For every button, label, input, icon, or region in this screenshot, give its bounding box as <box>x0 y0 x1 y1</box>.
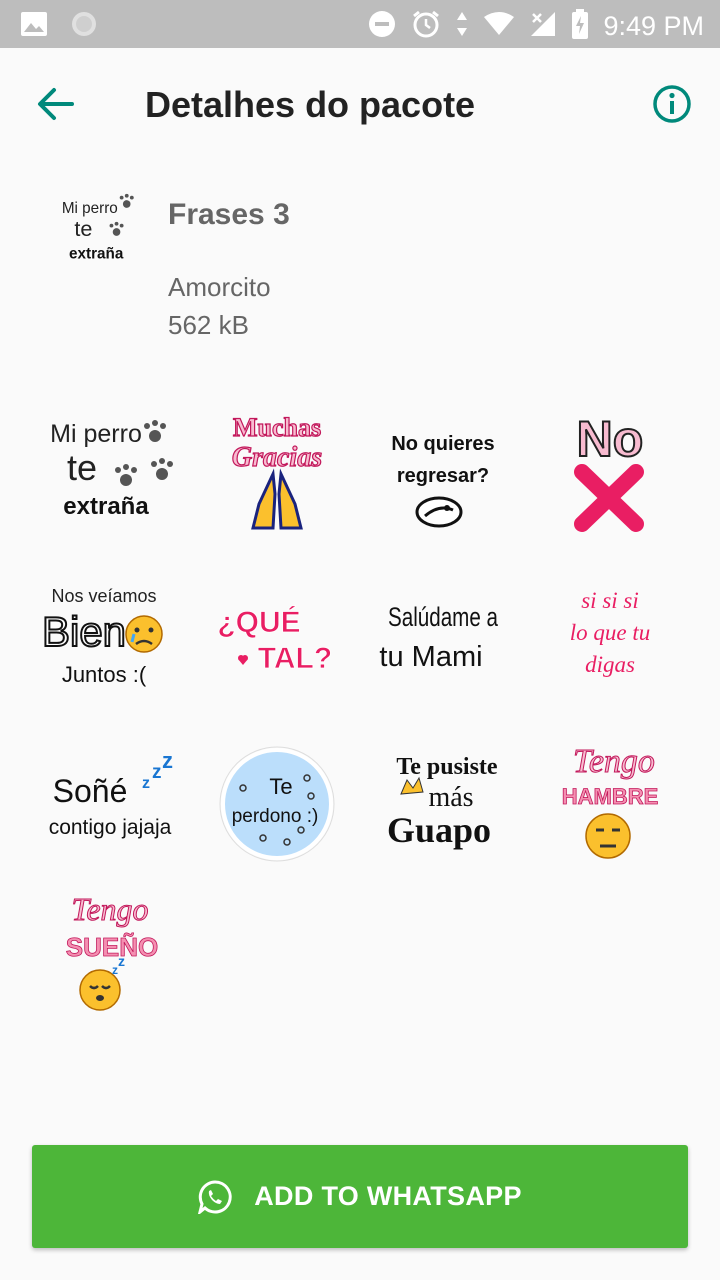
page-title: Detalhes do pacote <box>145 84 476 125</box>
crown-icon <box>400 776 424 795</box>
svg-text:Te pusiste: Te pusiste <box>396 754 497 780</box>
wifi-icon <box>483 11 515 42</box>
status-bar: 9:49 PM <box>0 0 720 48</box>
hearts-icon <box>238 655 248 665</box>
crying-face-icon <box>125 615 163 653</box>
svg-text:regresar?: regresar? <box>397 465 489 487</box>
do-not-disturb-icon <box>367 9 397 44</box>
folded-hands-icon <box>251 468 303 530</box>
svg-text:contigo jajaja: contigo jajaja <box>49 816 172 839</box>
sticker-no-quieres-regresar[interactable]: No quieres regresar? <box>377 404 509 536</box>
svg-text:z: z <box>152 762 162 783</box>
sticker-nos-veiamos[interactable]: Nos veíamos Bien Juntos :( <box>41 572 176 704</box>
status-time: 9:49 PM <box>603 11 704 41</box>
sticker-mi-perro[interactable]: Mi perro te extraña <box>44 404 176 536</box>
app-bar: Detalhes do pacote <box>0 48 720 160</box>
sticker-saludame[interactable]: Salúdame a tu Mami <box>377 572 509 704</box>
cross-icon <box>574 464 644 532</box>
add-to-whatsapp-label: ADD TO WHATSAPP <box>254 1181 522 1211</box>
svg-text:tu Mami: tu Mami <box>379 641 482 673</box>
svg-text:Tengo: Tengo <box>71 891 148 927</box>
pack-name: Frases 3 <box>168 198 290 231</box>
svg-text:Gracias: Gracias <box>232 442 322 473</box>
svg-text:Tengo: Tengo <box>573 743 655 780</box>
arrow-left-icon <box>38 88 74 120</box>
pack-tray-text-2: te <box>74 216 92 241</box>
svg-text:SUEÑO: SUEÑO <box>66 932 158 962</box>
unamused-face-icon <box>585 813 631 859</box>
svg-text:digas: digas <box>585 652 635 677</box>
pack-tray-text-1: Mi perro <box>62 200 118 217</box>
svg-text:Muchas: Muchas <box>233 413 321 442</box>
svg-text:te: te <box>67 447 97 488</box>
sticker-te-perdono[interactable]: Te perdono :) <box>211 738 343 870</box>
svg-text:No quieres: No quieres <box>391 433 494 455</box>
svg-text:Salúdame a: Salúdame a <box>388 602 499 632</box>
sticker-que-tal[interactable]: ¿QUÉ TAL? <box>211 572 343 704</box>
svg-text:Guapo: Guapo <box>387 810 491 850</box>
svg-text:z: z <box>162 748 173 773</box>
whatsapp-icon <box>198 1179 232 1214</box>
battery-icon <box>571 9 589 44</box>
svg-text:Bien: Bien <box>42 608 126 655</box>
svg-text:extraña: extraña <box>63 493 149 520</box>
smirk-face-icon <box>415 496 463 528</box>
sticker-no[interactable]: No <box>544 404 676 536</box>
svg-text:Te: Te <box>269 774 292 799</box>
info-button[interactable] <box>652 84 692 124</box>
sticker-tengo-sueno[interactable]: Tengo SUEÑO zz <box>44 886 176 1018</box>
svg-text:Mi perro: Mi perro <box>50 420 142 448</box>
svg-text:si si si: si si si <box>581 588 639 613</box>
pack-tray-text-3: extraña <box>69 246 124 263</box>
svg-text:Juntos :(: Juntos :( <box>62 662 147 687</box>
pack-tray-icon: Mi perro te extraña <box>58 190 142 274</box>
svg-text:z: z <box>118 953 125 969</box>
svg-text:lo que tu: lo que tu <box>570 620 651 645</box>
svg-text:¿QUÉ: ¿QUÉ <box>217 605 300 639</box>
svg-text:más: más <box>428 782 473 813</box>
data-arrows-icon <box>455 10 469 43</box>
svg-text:Nos veíamos: Nos veíamos <box>51 586 156 606</box>
svg-text:perdono :): perdono :) <box>232 806 319 827</box>
svg-text:HAMBRE: HAMBRE <box>562 784 659 809</box>
svg-text:No: No <box>577 411 644 467</box>
pack-author: Amorcito <box>168 272 271 302</box>
sticker-te-pusiste-guapo[interactable]: Te pusiste más Guapo <box>377 738 509 870</box>
signal-icon <box>529 10 557 43</box>
svg-text:Soñé: Soñé <box>53 773 128 809</box>
svg-text:z: z <box>142 775 150 792</box>
sticker-sone-contigo[interactable]: Soñé z z z contigo jajaja <box>44 738 176 870</box>
pack-size: 562 kB <box>168 310 249 340</box>
sticker-tengo-hambre[interactable]: Tengo HAMBRE <box>544 738 676 870</box>
back-button[interactable] <box>36 86 76 122</box>
info-icon <box>653 85 691 123</box>
sticker-muchas-gracias[interactable]: Muchas Gracias <box>211 404 343 536</box>
sticker-si-si-si[interactable]: si si si lo que tu digas <box>544 572 676 704</box>
add-to-whatsapp-button[interactable]: ADD TO WHATSAPP <box>32 1145 688 1248</box>
image-notification-icon <box>20 11 48 42</box>
circle-notification-icon <box>70 10 98 43</box>
alarm-icon <box>411 9 441 44</box>
svg-text:TAL?: TAL? <box>258 642 332 675</box>
